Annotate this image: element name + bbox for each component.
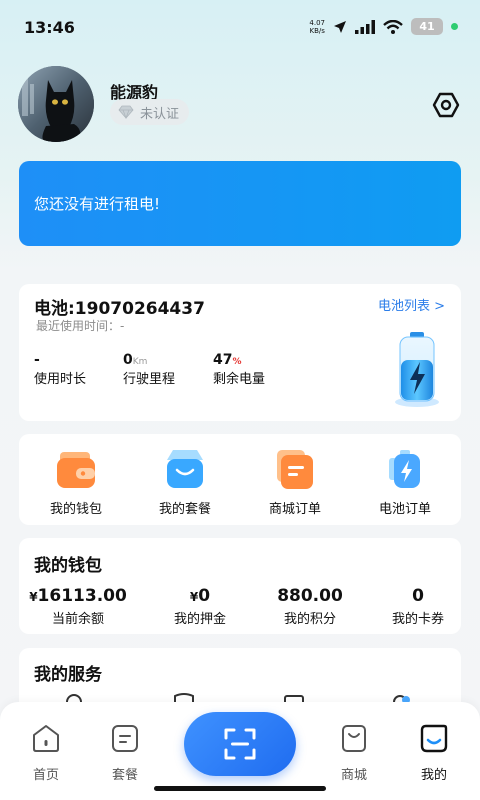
status-icons: 4.07 KB/s 41 (309, 18, 458, 35)
currency-symbol: ¥ (189, 590, 199, 604)
wallet-points[interactable]: 880.00 我的积分 (260, 586, 360, 627)
stat-value: 47 (213, 352, 233, 368)
nav-label: 套餐 (111, 768, 138, 783)
cat-avatar-image (18, 66, 94, 142)
wallet-value: 880.00 (277, 586, 343, 606)
stat-label: 使用时长 (34, 372, 87, 387)
wallet-deposit[interactable]: ¥0 我的押金 (150, 586, 250, 627)
stat-value: - (34, 352, 40, 368)
stat-mileage: 0Km 行驶里程 (123, 352, 175, 387)
home-icon (33, 725, 59, 752)
home-indicator (154, 786, 326, 791)
nav-shop[interactable]: 商城 (324, 722, 384, 783)
wallet-value: 0 (198, 586, 211, 606)
shortcut-label: 我的套餐 (158, 502, 211, 517)
battery-bolt-icon (389, 450, 420, 488)
battery-title: 电池:19070264437 (34, 299, 205, 319)
stat-unit: % (232, 357, 242, 367)
shortcut-shop-orders[interactable]: 商城订单 (255, 448, 335, 517)
status-time: 13:46 (24, 18, 75, 37)
settings-icon[interactable] (432, 91, 460, 119)
nav-home[interactable]: 首页 (16, 722, 76, 783)
wifi-icon (383, 19, 403, 34)
wallet-label: 我的押金 (173, 612, 226, 627)
nav-label: 我的 (420, 768, 447, 783)
wallet-coupons[interactable]: 0 我的卡券 (368, 586, 468, 627)
package-icon (112, 725, 138, 752)
shortcut-battery-orders[interactable]: 电池订单 (365, 448, 445, 517)
scan-button[interactable] (184, 712, 296, 776)
stat-value: 0 (123, 352, 133, 368)
banner-text: 您还没有进行租电! (34, 195, 161, 213)
wallet-value: 16113.00 (37, 586, 127, 606)
certification-status: 未认证 (140, 106, 180, 122)
last-used-time: 最近使用时间：- (36, 319, 125, 333)
nav-profile[interactable]: 我的 (404, 722, 464, 783)
wallet-label: 我的积分 (283, 612, 336, 627)
stat-unit: Km (132, 357, 148, 367)
wallet-value: 0 (412, 586, 424, 606)
nav-package[interactable]: 套餐 (95, 722, 155, 783)
battery-list-link[interactable]: 电池列表 > (378, 295, 445, 314)
avatar[interactable] (18, 66, 94, 142)
profile-icon (420, 724, 448, 753)
order-document-icon (277, 450, 313, 489)
package-bag-icon (167, 450, 203, 488)
services-title: 我的服务 (34, 665, 102, 685)
nav-label: 首页 (32, 768, 59, 783)
nav-label: 商城 (340, 768, 367, 783)
wallet-icon (57, 452, 95, 488)
shop-bag-icon (342, 725, 366, 752)
signal-icon (355, 19, 375, 34)
battery-indicator: 41 (411, 18, 443, 35)
camera-dot (451, 23, 458, 30)
wallet-title: 我的钱包 (34, 556, 102, 576)
shortcut-label: 商城订单 (268, 502, 321, 517)
battery-illustration-icon (395, 332, 439, 407)
shortcut-package[interactable]: 我的套餐 (145, 448, 225, 517)
stat-remaining-charge: 47% 剩余电量 (213, 352, 265, 387)
stat-usage-duration: - 使用时长 (34, 352, 86, 387)
wallet-label: 当前余额 (51, 612, 104, 627)
shortcut-label: 我的钱包 (49, 502, 102, 517)
network-speed: 4.07 KB/s (309, 18, 325, 35)
stat-label: 行驶里程 (123, 372, 176, 387)
diamond-icon (118, 105, 134, 119)
shortcut-wallet[interactable]: 我的钱包 (36, 448, 116, 517)
location-arrow-icon (334, 20, 346, 33)
scan-icon (224, 728, 256, 760)
shortcut-label: 电池订单 (378, 502, 431, 517)
certification-badge[interactable]: 未认证 (110, 99, 190, 125)
currency-symbol: ¥ (29, 590, 38, 604)
wallet-label: 我的卡券 (391, 612, 444, 627)
stat-label: 剩余电量 (213, 372, 266, 387)
wallet-balance[interactable]: ¥16113.00 当前余额 (28, 586, 128, 627)
